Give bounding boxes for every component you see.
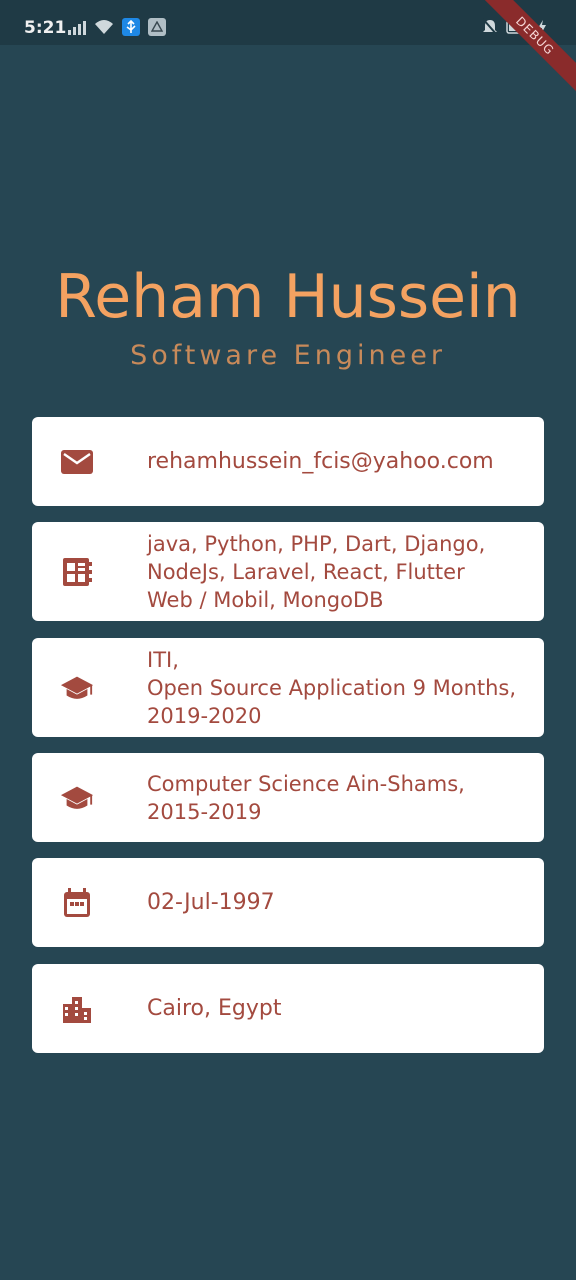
birthdate-card[interactable]: 02-Jul-1997 <box>32 858 544 947</box>
wifi-icon <box>95 20 113 34</box>
signal-icon <box>68 19 86 35</box>
skills-text: java, Python, PHP, Dart, Django, NodeJs,… <box>147 531 486 612</box>
email-icon <box>60 445 94 479</box>
email-text: rehamhussein_fcis@yahoo.com <box>147 448 494 474</box>
profile-title: Software Engineer <box>130 340 446 371</box>
debug-banner-label: DEBUG <box>474 0 576 97</box>
status-time: 5:21 <box>24 18 67 38</box>
education-university-text: Computer Science Ain-Shams, 2015-2019 <box>147 771 465 824</box>
email-card[interactable]: rehamhussein_fcis@yahoo.com <box>32 417 544 506</box>
status-icons-left <box>68 18 166 36</box>
debug-banner: DEBUG <box>456 0 576 120</box>
school-icon <box>60 671 94 705</box>
education-university-card[interactable]: Computer Science Ain-Shams, 2015-2019 <box>32 753 544 842</box>
birthdate-text: 02-Jul-1997 <box>147 889 275 915</box>
education-iti-card[interactable]: ITI, Open Source Application 9 Months, 2… <box>32 638 544 737</box>
profile-name: Reham Hussein <box>55 262 521 332</box>
skills-icon <box>60 555 94 589</box>
school-icon <box>60 781 94 815</box>
location-card[interactable]: Cairo, Egypt <box>32 964 544 1053</box>
skills-card[interactable]: java, Python, PHP, Dart, Django, NodeJs,… <box>32 522 544 621</box>
location-text: Cairo, Egypt <box>147 995 282 1021</box>
education-iti-text: ITI, Open Source Application 9 Months, 2… <box>147 647 517 728</box>
usb-icon <box>122 18 140 36</box>
calendar-icon <box>60 886 94 920</box>
city-icon <box>60 992 94 1026</box>
drive-icon <box>148 18 166 36</box>
